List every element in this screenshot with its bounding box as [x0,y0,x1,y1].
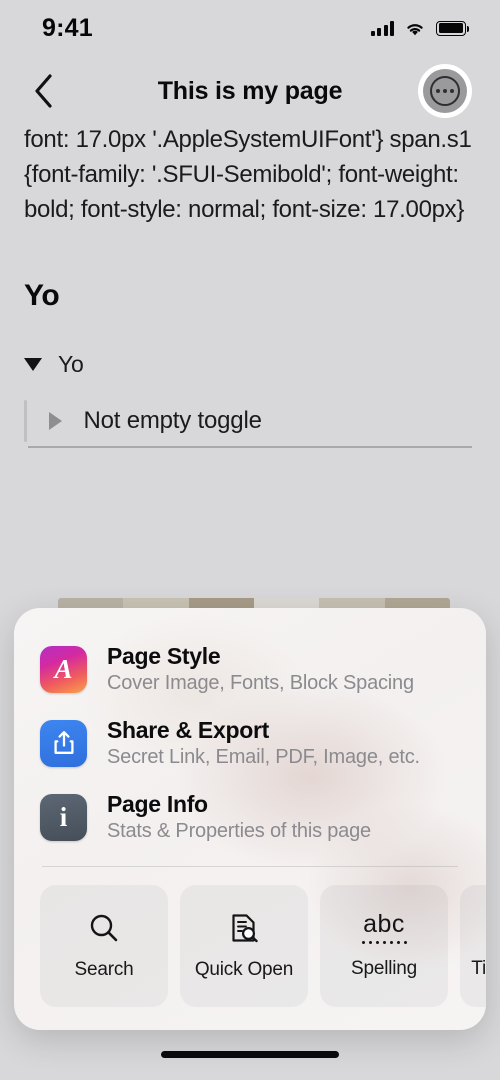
code-block-text[interactable]: font: 17.0px '.AppleSystemUIFont'} span.… [0,122,500,227]
more-options-button[interactable] [418,64,472,118]
child-toggle-label: Not empty toggle [83,407,262,434]
tile-label: Quick Open [194,959,294,981]
quick-action-tiles: Search Quick Open abc Spelling Ti [14,867,486,1008]
menu-item-page-style[interactable]: A Page Style Cover Image, Fonts, Block S… [14,632,486,706]
menu-item-title: Page Style [107,643,221,669]
page-content: pre {margin: 0; font: 17.0px '.AppleSyst… [0,104,500,442]
more-options-button-bg [423,69,467,113]
spelling-icon: abc [361,910,407,945]
phone-screen: 9:41 This is my page font: 17.0px '.Appl… [0,0,500,1080]
action-sheet: A Page Style Cover Image, Fonts, Block S… [14,608,486,1030]
spelling-underline [361,941,407,945]
status-bar-indicators [370,20,469,37]
tile-label: Spelling [350,958,417,980]
menu-item-subtitle: Secret Link, Email, PDF, Image, etc. [107,746,420,768]
menu-item-text: Page Style Cover Image, Fonts, Block Spa… [107,643,414,695]
search-icon [90,915,118,942]
horizontal-divider [28,446,472,448]
page-info-icon: i [40,793,87,841]
tile-search[interactable]: Search [40,885,168,1008]
toggle-guide-line [24,400,27,442]
navigation-bar: This is my page [0,58,500,124]
ellipsis-circle-icon [430,76,460,106]
page-info-glyph: i [59,801,68,832]
status-bar: 9:41 [0,0,500,56]
page-style-glyph: A [54,653,73,684]
status-bar-time: 9:41 [42,13,93,42]
tile-quick-open[interactable]: Quick Open [180,885,308,1008]
share-export-icon [40,719,87,767]
home-indicator [161,1051,339,1058]
action-sheet-menu: A Page Style Cover Image, Fonts, Block S… [14,608,486,854]
toggle-label: Yo [58,351,84,377]
triangle-down-icon[interactable] [24,358,42,371]
triangle-right-icon[interactable] [48,412,62,430]
tile-label: Tips & Tricks [471,957,486,979]
toggle-block-expanded[interactable]: Yo [0,351,500,378]
menu-item-subtitle: Stats & Properties of this page [107,820,371,842]
section-heading[interactable]: Yo [0,279,500,313]
wifi-icon [407,23,423,35]
share-glyph [53,731,74,754]
menu-item-text: Share & Export Secret Link, Email, PDF, … [107,717,420,769]
menu-item-share-export[interactable]: Share & Export Secret Link, Email, PDF, … [14,706,486,780]
menu-item-subtitle: Cover Image, Fonts, Block Spacing [107,672,414,694]
back-button[interactable] [24,71,64,111]
cellular-bars-icon [370,20,394,36]
battery-full-icon [436,20,469,36]
menu-item-title: Page Info [107,791,208,817]
menu-item-page-info[interactable]: i Page Info Stats & Properties of this p… [14,780,486,854]
tile-tips-tricks[interactable]: 123 Tips & Tricks [460,885,486,1008]
tile-spelling[interactable]: abc Spelling [320,885,448,1008]
quick-open-icon [232,914,258,943]
page-style-icon: A [40,645,87,693]
tile-label: Search [74,959,134,981]
menu-item-title: Share & Export [107,717,269,743]
menu-item-text: Page Info Stats & Properties of this pag… [107,791,371,843]
chevron-left-icon [35,74,52,108]
spelling-glyph: abc [363,910,405,939]
toggle-block-collapsed[interactable]: Not empty toggle [0,400,500,442]
